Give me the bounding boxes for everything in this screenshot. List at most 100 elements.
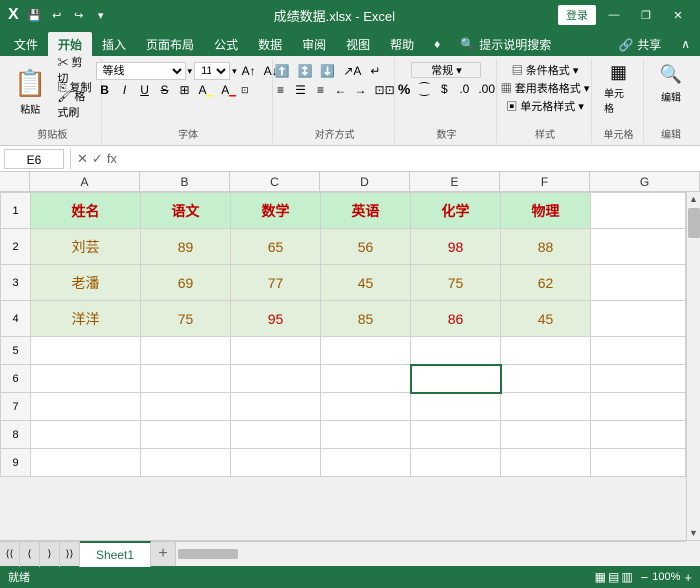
restore-button[interactable]: ❐ [632,5,660,25]
table-format-button[interactable]: ▦ 套用表格格式 ▾ [498,80,593,96]
cell-G1[interactable] [591,193,686,229]
cell-E8[interactable] [411,421,501,449]
row-num-9[interactable]: 9 [1,449,31,477]
cell-G4[interactable] [591,301,686,337]
col-header-C[interactable]: C [230,172,320,191]
cell-E3[interactable]: 75 [411,265,501,301]
cell-C4[interactable]: 95 [231,301,321,337]
row-num-2[interactable]: 2 [1,229,31,265]
scroll-up-button[interactable]: ▲ [687,192,700,206]
cell-G7[interactable] [591,393,686,421]
cell-E1[interactable]: 化学 [411,193,501,229]
cell-A9[interactable] [31,449,141,477]
layout-view-button[interactable]: ▤ [608,570,619,584]
col-header-F[interactable]: F [500,172,590,191]
border-button[interactable]: ⊞ [176,81,194,99]
font-size-select[interactable]: 11 [194,62,230,80]
cell-F7[interactable] [501,393,591,421]
cut-button[interactable]: ✂ 剪切 [54,62,94,78]
formula-confirm-icon[interactable]: ✓ [92,151,103,167]
horizontal-scrollbar[interactable] [175,541,686,566]
cell-E5[interactable] [411,337,501,365]
cell-B7[interactable] [141,393,231,421]
col-header-G[interactable]: G [590,172,700,191]
cell-E6[interactable] [411,365,501,393]
cell-C5[interactable] [231,337,321,365]
increase-decimal-button[interactable]: .0 [455,80,473,98]
wrap-text-button[interactable]: ↵ [366,62,384,80]
cell-A8[interactable] [31,421,141,449]
cell-E9[interactable] [411,449,501,477]
cell-C2[interactable]: 65 [231,229,321,265]
cell-B3[interactable]: 69 [141,265,231,301]
cell-D1[interactable]: 英语 [321,193,411,229]
cell-F5[interactable] [501,337,591,365]
zoom-in-button[interactable]: + [684,570,692,585]
cell-B9[interactable] [141,449,231,477]
cell-F1[interactable]: 物理 [501,193,591,229]
cell-G9[interactable] [591,449,686,477]
cell-B8[interactable] [141,421,231,449]
formula-cancel-icon[interactable]: ✕ [77,151,88,167]
cells-button[interactable]: ▦ 单元格 [600,62,637,114]
indent-increase-button[interactable]: → [352,81,370,99]
cell-C7[interactable] [231,393,321,421]
cell-C8[interactable] [231,421,321,449]
cell-G6[interactable] [591,365,686,393]
cell-D2[interactable]: 56 [321,229,411,265]
cell-G8[interactable] [591,421,686,449]
tab-file[interactable]: 文件 [4,32,48,56]
zoom-out-button[interactable]: − [641,570,649,585]
page-view-button[interactable]: ▥ [621,570,632,584]
scroll-thumb-vertical[interactable] [688,208,700,238]
italic-button[interactable]: I [116,81,134,99]
col-header-A[interactable]: A [30,172,140,191]
scroll-thumb-horizontal[interactable] [178,549,238,559]
conditional-format-button[interactable]: ▤ 条件格式 ▾ [498,62,593,78]
bold-button[interactable]: B [96,81,114,99]
cell-F2[interactable]: 88 [501,229,591,265]
cell-F8[interactable] [501,421,591,449]
tab-search[interactable]: 🔍提示说明搜索 [450,32,561,56]
tab-data[interactable]: 数据 [248,32,292,56]
cell-C6[interactable] [231,365,321,393]
number-format-select[interactable]: 常规 ▾ [411,62,481,78]
quickaccess-dropdown[interactable]: ▾ [91,5,111,25]
cell-E4[interactable]: 86 [411,301,501,337]
sheet-nav-left-left[interactable]: ⟨⟨ [0,541,20,567]
cell-D9[interactable] [321,449,411,477]
strikethrough-button[interactable]: S [156,81,174,99]
cell-C1[interactable]: 数学 [231,193,321,229]
cell-F6[interactable] [501,365,591,393]
cell-D4[interactable]: 85 [321,301,411,337]
cell-B2[interactable]: 89 [141,229,231,265]
align-top-button[interactable]: ⬆️ [272,62,293,80]
comma-button[interactable]: ⁐ [415,80,433,98]
cell-G3[interactable] [591,265,686,301]
currency-button[interactable]: $ [435,80,453,98]
align-right-button[interactable]: ≡ [312,81,330,99]
font-color-button[interactable]: A_ [218,81,239,99]
cell-A6[interactable] [31,365,141,393]
cell-D3[interactable]: 45 [321,265,411,301]
cell-G2[interactable] [591,229,686,265]
tab-home[interactable]: 开始 [48,32,92,56]
collapse-ribbon-button[interactable]: ∧ [671,32,700,56]
cell-B6[interactable] [141,365,231,393]
cell-A4[interactable]: 洋洋 [31,301,141,337]
minimize-button[interactable]: — [600,5,628,25]
cell-D5[interactable] [321,337,411,365]
share-button[interactable]: 🔗 共享 [609,32,671,56]
cell-A7[interactable] [31,393,141,421]
login-button[interactable]: 登录 [558,5,596,25]
col-header-B[interactable]: B [140,172,230,191]
align-center-button[interactable]: ☰ [292,81,310,99]
align-middle-button[interactable]: ↕️ [294,62,315,80]
tab-review[interactable]: 审阅 [292,32,336,56]
cell-F3[interactable]: 62 [501,265,591,301]
tab-diamond[interactable]: ♦ [424,32,450,56]
redo-quickbtn[interactable]: ↪ [69,5,89,25]
row-num-6[interactable]: 6 [1,365,31,393]
save-quickbtn[interactable]: 💾 [25,5,45,25]
format-painter-button[interactable]: 🖌 格式刷 [54,96,94,112]
